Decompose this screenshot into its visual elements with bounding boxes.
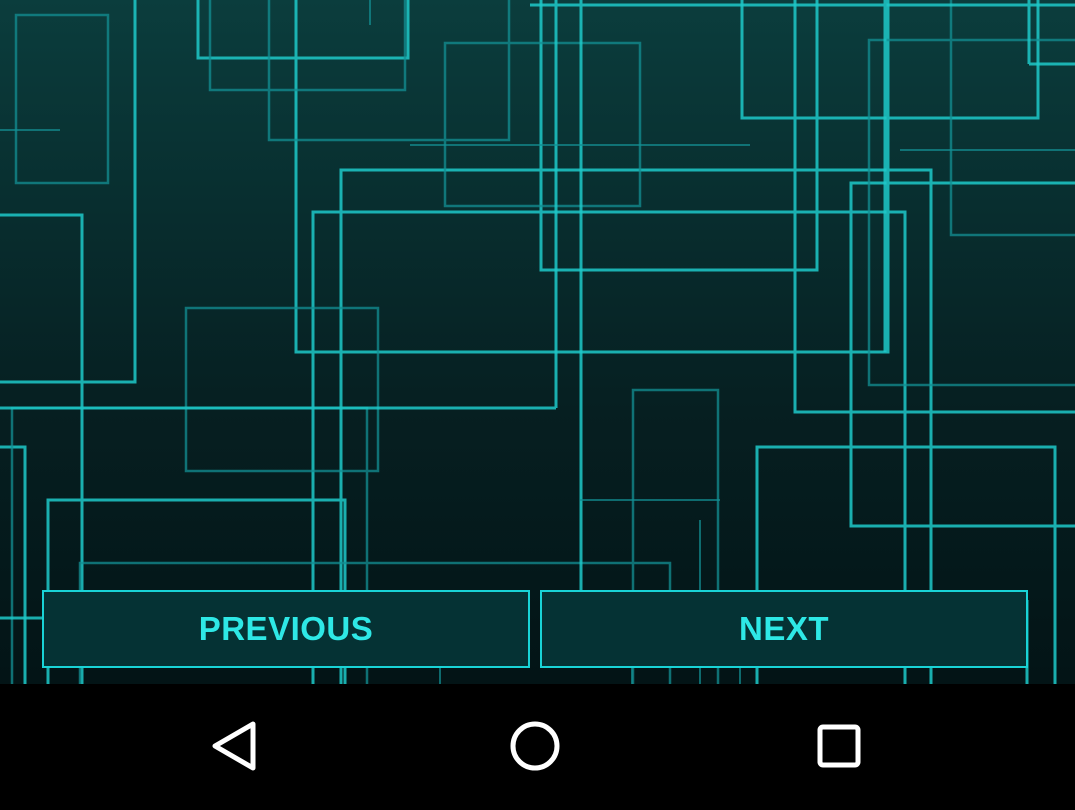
previous-button-label: PREVIOUS <box>198 610 374 647</box>
circuit-wallpaper <box>0 0 1075 684</box>
previous-button[interactable]: PREVIOUS <box>42 590 530 668</box>
home-button[interactable] <box>505 718 565 778</box>
recents-icon <box>813 720 865 777</box>
circuit-lines <box>0 0 1075 684</box>
next-button-label: NEXT <box>738 610 829 647</box>
recents-button[interactable] <box>809 718 869 778</box>
back-icon <box>207 718 259 779</box>
next-button[interactable]: NEXT <box>540 590 1028 668</box>
pager-buttons: PREVIOUS NEXT <box>42 590 1028 668</box>
back-button[interactable] <box>203 718 263 778</box>
home-icon <box>507 718 563 779</box>
screen: PREVIOUS NEXT <box>0 0 1075 810</box>
